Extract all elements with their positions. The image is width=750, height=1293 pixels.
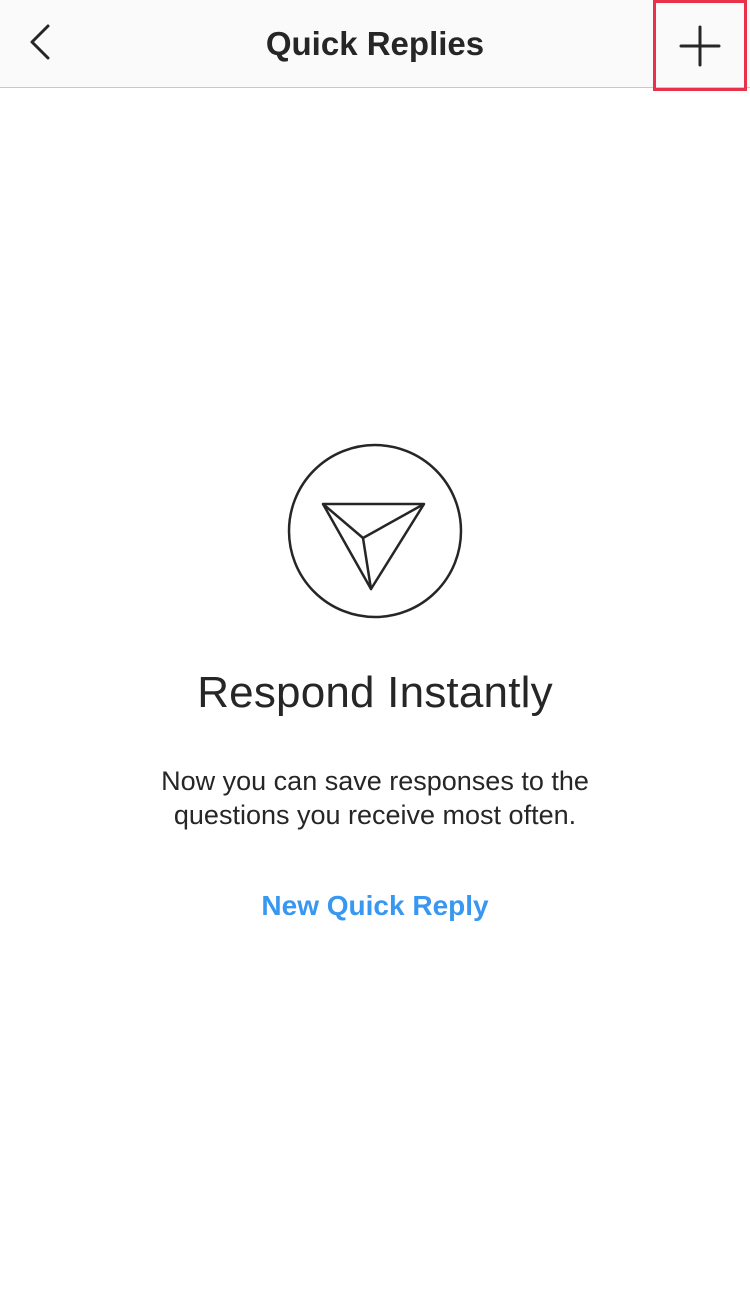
empty-state-headline: Respond Instantly bbox=[197, 668, 553, 717]
quick-replies-screen: Quick Replies Respond Instantly Now you … bbox=[0, 0, 750, 1293]
add-quick-reply-button[interactable] bbox=[653, 0, 747, 91]
navigation-bar: Quick Replies bbox=[0, 0, 750, 88]
paper-plane-icon bbox=[287, 443, 463, 619]
new-quick-reply-link[interactable]: New Quick Reply bbox=[261, 890, 488, 921]
page-title: Quick Replies bbox=[265, 25, 485, 62]
new-quick-reply-cta: New Quick Reply bbox=[0, 890, 750, 922]
plus-icon bbox=[679, 25, 721, 66]
chevron-left-icon bbox=[30, 24, 50, 60]
back-button[interactable] bbox=[18, 14, 62, 70]
empty-state-description: Now you can save responses to the questi… bbox=[161, 766, 589, 830]
